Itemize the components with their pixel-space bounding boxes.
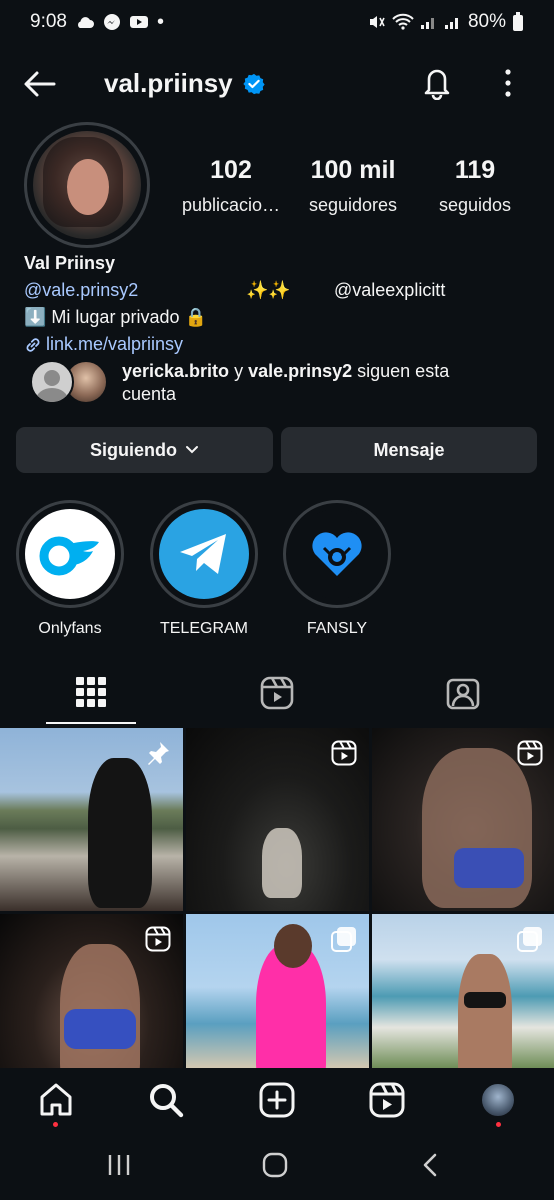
back-arrow-icon[interactable] — [22, 66, 58, 102]
profile-stats: 102 publicacio… 100 mil seguidores 119 s… — [170, 156, 540, 216]
follower-name-2: vale.prinsy2 — [248, 361, 353, 381]
create-post-icon[interactable] — [259, 1082, 295, 1118]
link-icon — [26, 337, 40, 352]
stat-following-value: 119 — [454, 156, 496, 184]
bio-link-row[interactable]: link.me/valpriinsy — [24, 331, 544, 358]
message-button[interactable]: Mensaje — [281, 427, 537, 473]
telegram-icon — [180, 534, 226, 574]
reel-badge-icon — [331, 740, 357, 766]
tagged-user-icon — [446, 678, 480, 710]
highlight-label-telegram: TELEGRAM — [159, 620, 248, 637]
bottom-navigation — [0, 1068, 554, 1132]
signal-icon-2 — [444, 18, 458, 29]
reels-icon — [260, 676, 294, 710]
tab-tagged[interactable] — [418, 666, 508, 724]
followed-by-and: y — [229, 361, 249, 381]
profile-notification-dot — [496, 1122, 501, 1127]
stat-posts-label: publicacio… — [181, 195, 281, 215]
youtube-icon — [129, 16, 148, 28]
stat-followers[interactable]: 100 mil seguidores — [292, 156, 414, 216]
followed-by[interactable]: yericka.brito y vale.prinsy2 siguen esta… — [30, 360, 540, 406]
bio-mention-2: @valeexplicitt — [334, 280, 446, 300]
highlight-ring — [16, 500, 124, 608]
dot-icon: • — [156, 10, 164, 33]
highlight-label-onlyfans: Onlyfans — [38, 620, 102, 637]
stat-following[interactable]: 119 seguidos — [414, 156, 536, 216]
stat-followers-value: 100 mil — [310, 156, 396, 184]
status-bar: 9:08 • 80% — [0, 0, 554, 44]
more-options-icon[interactable] — [498, 68, 518, 98]
posts-grid — [0, 728, 554, 1097]
reels-nav-icon[interactable] — [369, 1082, 405, 1118]
bio-mention-1[interactable]: @vale.prinsy2 — [24, 277, 138, 304]
profile-display-name: Val Priinsy — [24, 253, 116, 273]
profile-username-title: val.priinsy — [104, 68, 265, 99]
home-button-icon[interactable] — [262, 1152, 288, 1178]
following-button[interactable]: Siguiendo — [16, 427, 273, 473]
following-button-label: Siguiendo — [90, 439, 177, 460]
grid-icon — [76, 677, 106, 707]
pin-icon — [148, 742, 169, 765]
highlight-ring — [283, 500, 391, 608]
recent-apps-icon[interactable] — [106, 1152, 132, 1178]
post-thumbnail[interactable] — [0, 728, 183, 911]
wifi-icon — [392, 13, 414, 30]
avatar-image — [33, 131, 141, 239]
message-button-label: Mensaje — [373, 439, 445, 460]
tab-reels[interactable] — [232, 666, 322, 724]
mute-icon — [369, 16, 385, 28]
follower-name-1: yericka.brito — [122, 361, 230, 381]
post-thumbnail[interactable] — [186, 728, 369, 911]
chevron-down-icon — [186, 446, 198, 454]
post-thumbnail[interactable] — [372, 728, 554, 911]
stat-following-label: seguidos — [438, 195, 512, 215]
stat-posts-value: 102 — [210, 156, 252, 184]
active-tab-indicator — [46, 722, 136, 724]
bio-link[interactable]: link.me/valpriinsy — [46, 331, 183, 358]
messenger-icon — [103, 14, 120, 30]
follower-avatar-1 — [30, 360, 74, 404]
onlyfans-icon — [39, 536, 99, 576]
home-notification-dot — [53, 1122, 58, 1127]
username-text: val.priinsy — [104, 68, 233, 98]
tab-posts-grid[interactable] — [46, 666, 136, 724]
profile-avatar[interactable] — [24, 122, 150, 248]
cloud-icon — [78, 17, 94, 28]
bio-sparkles: ✨✨ — [246, 280, 291, 300]
stat-posts[interactable]: 102 publicacio… — [170, 156, 292, 216]
carousel-icon — [517, 927, 542, 952]
followed-by-text: yericka.brito y vale.prinsy2 siguen esta… — [122, 360, 482, 406]
highlight-ring — [150, 500, 258, 608]
fansly-icon — [312, 532, 362, 576]
carousel-icon — [331, 927, 356, 952]
profile-header: val.priinsy — [0, 56, 554, 110]
profile-tabs — [0, 666, 554, 724]
highlight-telegram[interactable]: TELEGRAM — [150, 500, 258, 638]
system-back-icon[interactable] — [418, 1152, 444, 1178]
profile-bio: Val Priinsy @vale.prinsy2 ✨✨ @valeexplic… — [24, 250, 544, 358]
home-icon[interactable] — [38, 1082, 74, 1118]
highlight-fansly[interactable]: FANSLY — [283, 500, 391, 638]
search-icon[interactable] — [148, 1082, 184, 1118]
signal-icon — [420, 18, 434, 29]
verified-badge-icon — [242, 73, 265, 94]
bio-line-private: ⬇️ Mi lugar privado 🔒 — [24, 307, 207, 327]
battery-percent: 80% — [467, 11, 506, 32]
highlight-onlyfans[interactable]: Onlyfans — [16, 500, 124, 638]
system-navigation-bar — [0, 1132, 554, 1200]
battery-icon — [513, 12, 523, 31]
reel-badge-icon — [145, 926, 171, 952]
stat-followers-label: seguidores — [308, 195, 398, 215]
highlight-label-fansly: FANSLY — [306, 620, 368, 637]
status-time: 9:08 — [30, 11, 67, 32]
notification-bell-icon[interactable] — [420, 64, 454, 100]
reel-badge-icon — [517, 740, 543, 766]
profile-nav-avatar[interactable] — [480, 1082, 516, 1118]
